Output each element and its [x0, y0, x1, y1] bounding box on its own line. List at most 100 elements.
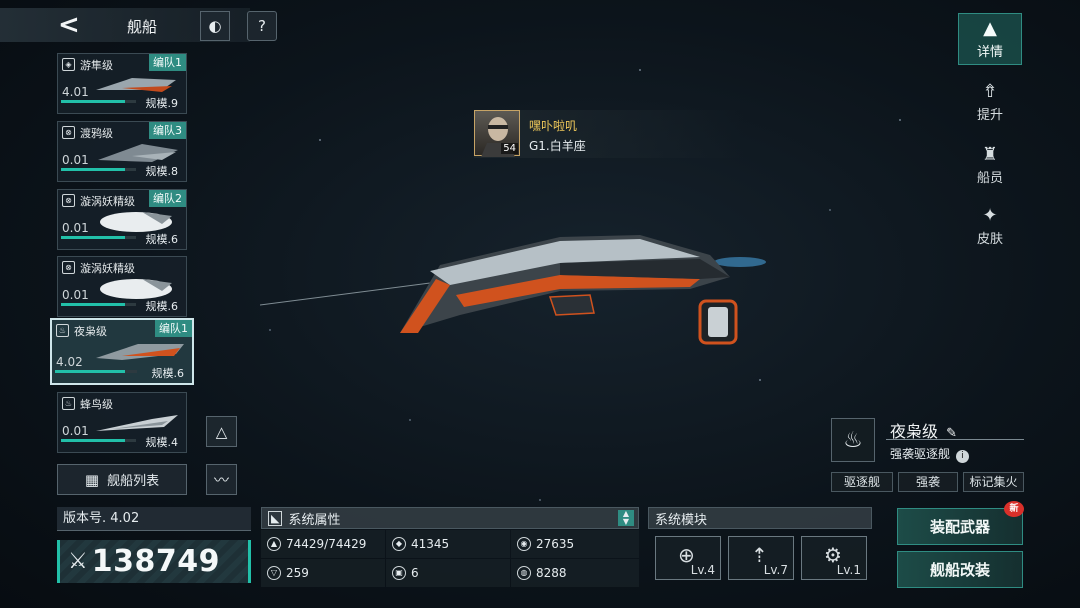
ship-card-selected[interactable]: ♨ 夜枭级 编队1 4.02 规模.6 [50, 318, 194, 385]
ship-list-button[interactable]: ▦ 舰船列表 [57, 464, 187, 495]
shield-icon: ◈ [62, 58, 75, 71]
attr-speed: ▽ 259 [261, 559, 385, 587]
equip-weapon-button[interactable]: 装配武器 新 [897, 501, 1024, 545]
tab-label: 船员 [976, 171, 1003, 186]
attr-value: 259 [286, 566, 309, 580]
equip-weapon-label: 装配武器 [929, 518, 990, 536]
flame-icon: ♨ [62, 397, 75, 410]
ship-card[interactable]: ⊗ 渡鸦级 编队3 0.01 规模.8 [57, 121, 187, 182]
system-modules-panel: 系统模块 ⊕ Lv.4 ⇡ Lv.7 ⚙ Lv.1 [648, 507, 872, 587]
ship-scale: 规模.6 [145, 300, 179, 313]
attr-value: 74429/74429 [286, 537, 367, 551]
ship-scale: 规模.6 [151, 367, 185, 380]
upgrade-icon: ⇮ [982, 81, 998, 102]
triangle-icon: △ [215, 422, 228, 441]
ship-scale: 规模.8 [145, 165, 179, 178]
progress-bar [61, 303, 136, 306]
module-level: Lv.1 [836, 563, 861, 577]
info-icon[interactable]: i [955, 450, 969, 463]
ship-class-emblem: ♨ [831, 418, 875, 462]
tab-skin[interactable]: ✦ 皮肤 [958, 200, 1022, 252]
ship-name: 游隼级 [80, 59, 113, 72]
attr-value: 41345 [411, 537, 450, 551]
flame-icon: ♨ [843, 427, 863, 453]
captain-level: 54 [501, 143, 518, 154]
ship-card[interactable]: ♨ 蜂鸟级 0.01 规模.4 [57, 392, 187, 453]
stats-wave-button[interactable]: 〰 [206, 464, 237, 495]
ship-name: 漩涡妖精级 [80, 195, 135, 208]
ship-version: 4.01 [62, 85, 89, 99]
ship-type: 强袭驱逐舰 i [890, 445, 969, 463]
ship-version: 4.02 [56, 355, 83, 369]
attr-armor: ◆ 41345 [386, 530, 510, 558]
new-badge: 新 [1004, 501, 1024, 517]
toggle-arrows-icon[interactable]: ▲ ▼ [618, 510, 634, 526]
hull-icon: ▲ [267, 537, 281, 551]
progress-bar [61, 168, 136, 171]
ship-version: 0.01 [62, 424, 89, 438]
ship-thumbnail [98, 144, 178, 162]
ship-type-text: 强袭驱逐舰 [890, 447, 951, 461]
crew-icon: ♜ [981, 144, 999, 165]
ship-3d-render [260, 235, 766, 345]
attributes-header: ◣ 系统属性 ▲ ▼ [261, 507, 639, 529]
power-value: 138749 [91, 544, 220, 579]
shield-icon: ◉ [517, 537, 531, 551]
attr-value: 27635 [536, 537, 575, 551]
ship-modify-button[interactable]: 舰船改装 [897, 551, 1023, 588]
fleet-formation-button[interactable]: △ [206, 416, 237, 447]
target-icon: ⊗ [62, 194, 75, 207]
details-icon: ▲ [983, 18, 997, 39]
formation-badge: 编队2 [149, 190, 186, 207]
combat-power: ⚔ 138749 [57, 540, 251, 583]
tab-details[interactable]: ▲ 详情 [958, 13, 1022, 65]
ship-name: 漩涡妖精级 [80, 262, 135, 275]
ship-thumbnail [100, 212, 172, 232]
modules-title: 系统模块 [655, 512, 708, 528]
energy-icon: ◍ [517, 566, 531, 580]
module-slot[interactable]: ⇡ Lv.7 [728, 536, 794, 580]
ship-thumbnail [96, 344, 184, 360]
module-slot[interactable]: ⊕ Lv.4 [655, 536, 721, 580]
module-level: Lv.7 [763, 563, 788, 577]
captain-sector: G1.白羊座 [529, 139, 586, 153]
grid-icon: ▦ [84, 470, 100, 489]
tab-crew[interactable]: ♜ 船员 [958, 139, 1022, 191]
captain-info[interactable]: 54 嘿卟啦叽 G1.白羊座 [474, 110, 744, 158]
ship-thumbnail [96, 78, 176, 92]
ship-scale: 规模.9 [145, 97, 179, 110]
ship-scale: 规模.4 [145, 436, 179, 449]
attr-checker: ▣ 6 [386, 559, 510, 587]
formation-badge: 编队3 [149, 122, 186, 139]
planet-button[interactable]: ◐ [200, 11, 230, 41]
ship-list-label: 舰船列表 [107, 474, 160, 489]
help-button[interactable]: ? [247, 11, 277, 41]
attr-energy: ◍ 8288 [511, 559, 639, 587]
system-attributes-panel: ◣ 系统属性 ▲ ▼ ▲ 74429/74429 ◆ 41345 ◉ 27635 ▽ 25… [261, 507, 639, 587]
attr-shield: ◉ 27635 [511, 530, 639, 558]
back-button[interactable]: < [58, 11, 84, 39]
ship-card[interactable]: ⊗ 漩涡妖精级 0.01 规模.6 [57, 256, 187, 317]
attr-value: 6 [411, 566, 419, 580]
progress-bar [55, 370, 137, 373]
ship-card[interactable]: ⊗ 漩涡妖精级 编队2 0.01 规模.6 [57, 189, 187, 250]
ship-card[interactable]: ◈ 游隼级 编队1 4.01 规模.9 [57, 53, 187, 114]
module-level: Lv.4 [690, 563, 715, 577]
target-icon: ⊗ [62, 261, 75, 274]
module-slot[interactable]: ⚙ Lv.1 [801, 536, 867, 580]
ship-thumbnail [96, 415, 178, 431]
ship-version: 0.01 [62, 221, 89, 235]
version-label: 版本号. 4.02 [57, 507, 251, 531]
ship-tag: 标记集火 [963, 472, 1024, 492]
armor-icon: ◆ [392, 537, 406, 551]
planet-icon: ◐ [208, 17, 222, 35]
tab-upgrade[interactable]: ⇮ 提升 [958, 76, 1022, 128]
ship-tag: 强袭 [898, 472, 958, 492]
target-icon: ⊗ [62, 126, 75, 139]
tab-label: 皮肤 [976, 232, 1003, 247]
ship-tag: 驱逐舰 [831, 472, 893, 492]
formation-badge: 编队1 [149, 54, 186, 71]
crossed-swords-icon: ⚔ [68, 549, 88, 574]
wave-icon: 〰 [213, 471, 229, 489]
flame-icon: ♨ [56, 324, 69, 337]
